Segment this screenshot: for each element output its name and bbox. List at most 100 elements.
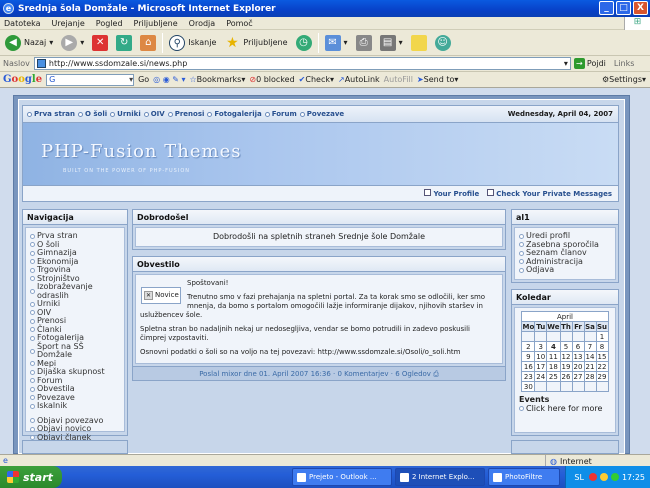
nav-item[interactable]: Šport na SŠ Domžale [30,342,120,360]
menu-urejanje[interactable]: Urejanje [52,19,85,28]
calendar-day[interactable]: 12 [559,351,573,362]
start-button[interactable]: start [0,466,62,488]
google-settings-button[interactable]: ⚙Settings▾ [602,75,650,84]
user-menu-item[interactable]: Odjava [519,265,611,275]
calendar-day[interactable]: 13 [571,351,585,362]
taskbar: start Prejeto - Outlook ... 2 Internet E… [0,466,650,488]
minimize-button[interactable]: _ [599,1,614,15]
history-button[interactable]: ◷ [294,32,314,54]
calendar-day[interactable]: 30 [521,381,536,392]
refresh-button[interactable]: ↻ [114,32,134,54]
menu-priljubljene[interactable]: Priljubljene [134,19,178,28]
calendar-day[interactable]: 5 [559,341,573,352]
calendar-day[interactable]: 4 [546,341,561,352]
right-panel-2 [511,440,619,454]
private-messages-link[interactable]: Check Your Private Messages [487,189,612,198]
google-logo[interactable]: Google [3,74,42,85]
news-greeting: Spoštovani! [187,279,229,287]
calendar-day[interactable]: 2 [521,341,536,352]
nav-o-soli[interactable]: O šoli [77,110,107,118]
sendto-button[interactable]: ➤Send to▾ [417,75,458,84]
calendar-dayname: Fr [571,321,585,332]
calendar-day[interactable]: 15 [595,351,609,362]
nav-prenosi[interactable]: Prenosi [167,110,204,118]
news-meta[interactable]: Poslal mixor dne 01. April 2007 16:36 · … [199,370,431,378]
print-icon[interactable]: ⎙ [433,370,439,378]
links-label[interactable]: Links [614,59,635,68]
stop-button[interactable]: ✕ [90,32,110,54]
task-outlook[interactable]: Prejeto - Outlook ... [292,468,392,486]
your-profile-link[interactable]: Your Profile [424,189,479,198]
print-button[interactable]: ⎙ [354,32,374,54]
calendar-table: April Mo Tu We Th Fr Sa Su 1 2 3 4 5 6 7 8 9 10 11 12 13 14 1… [521,311,609,392]
back-button[interactable]: ◀ Nazaj ▾ [3,32,55,54]
forward-button[interactable]: ▶ ▾ [59,32,86,54]
maximize-button[interactable]: □ [616,1,631,15]
category-icon: ✕ [144,291,153,300]
mail-button[interactable]: ✉ ▾ [323,32,350,54]
calendar-day[interactable]: 8 [595,341,609,352]
task-photofiltre[interactable]: PhotoFiltre [488,468,560,486]
calendar-day[interactable]: 25 [546,371,561,382]
search-button[interactable]: ⚲ Iskanje [167,32,218,54]
autolink-button[interactable]: ↗AutoLink [338,75,380,84]
nav-item[interactable]: Iskalnik [30,401,120,411]
calendar-day[interactable]: 20 [571,361,585,372]
nav-oiv[interactable]: OIV [143,110,165,118]
task-internet-explorer[interactable]: 2 Internet Explo... [395,468,485,486]
popup-blocked-button[interactable]: ⊘0 blocked [249,75,294,84]
calendar-day[interactable]: 26 [559,371,573,382]
bookmarks-button[interactable]: ☆Bookmarks▾ [189,75,245,84]
news-category[interactable]: ✕ Novice [141,287,181,304]
tray-icon-3[interactable] [610,473,619,481]
nav-prva-stran[interactable]: Prva stran [27,110,75,118]
calendar-day[interactable]: 11 [546,351,561,362]
menu-pomoc[interactable]: Pomoč [226,19,253,28]
menu-datoteka[interactable]: Datoteka [4,19,41,28]
calendar-title: Koledar [512,290,618,305]
tray-icon-2[interactable] [599,473,608,481]
calendar-day[interactable]: 21 [583,361,597,372]
favorites-button[interactable]: ★ Priljubljene [222,32,289,54]
address-input[interactable]: http://www.ssdomzale.si/news.php ▾ [33,57,571,70]
google-go-button[interactable]: Go [138,75,149,84]
tray-icon-1[interactable] [588,473,597,481]
calendar-day[interactable]: 16 [521,361,536,372]
edit-button[interactable]: ▤ ▾ [378,32,405,54]
calendar-day[interactable]: 19 [559,361,573,372]
calendar-day[interactable]: 17 [534,361,548,372]
nav-urniki[interactable]: Urniki [110,110,141,118]
forward-arrow-icon: ▶ [61,34,78,51]
messenger-button[interactable]: ☺ [433,32,453,54]
google-extra-icons[interactable]: ◎ ◉ ✎ ▾ [153,75,185,84]
events-link[interactable]: Click here for more [519,404,611,413]
autofill-button[interactable]: AutoFill [384,75,413,84]
calendar-day[interactable]: 6 [571,341,585,352]
calendar-day[interactable]: 23 [521,371,536,382]
calendar-day[interactable]: 1 [595,331,609,342]
calendar-day[interactable]: 24 [534,371,548,382]
spellcheck-button[interactable]: ✔Check▾ [299,75,334,84]
calendar-day[interactable]: 3 [534,341,548,352]
calendar-day[interactable]: 22 [595,361,609,372]
calendar-day[interactable]: 28 [583,371,597,382]
calendar-day[interactable]: 27 [571,371,585,382]
calendar-day[interactable]: 9 [521,351,536,362]
close-button[interactable]: X [633,1,648,15]
calendar-day[interactable]: 10 [534,351,548,362]
go-button[interactable]: → Pojdi [573,58,606,69]
menu-pogled[interactable]: Pogled [96,19,123,28]
nav-povezave[interactable]: Povezave [299,110,344,118]
language-indicator[interactable]: SL [574,473,584,482]
google-search-input[interactable]: G ▾ [46,73,135,86]
calendar-day[interactable]: 29 [595,371,609,382]
nav-item[interactable]: Izobraževanje odraslih [30,282,120,300]
menu-orodja[interactable]: Orodja [189,19,216,28]
notes-button[interactable] [409,32,429,54]
calendar-day[interactable]: 18 [546,361,561,372]
nav-fotogalerija[interactable]: Fotogalerija [207,110,262,118]
calendar-day[interactable]: 14 [583,351,597,362]
nav-forum[interactable]: Forum [264,110,297,118]
calendar-day[interactable]: 7 [583,341,597,352]
home-button[interactable]: ⌂ [138,32,158,54]
